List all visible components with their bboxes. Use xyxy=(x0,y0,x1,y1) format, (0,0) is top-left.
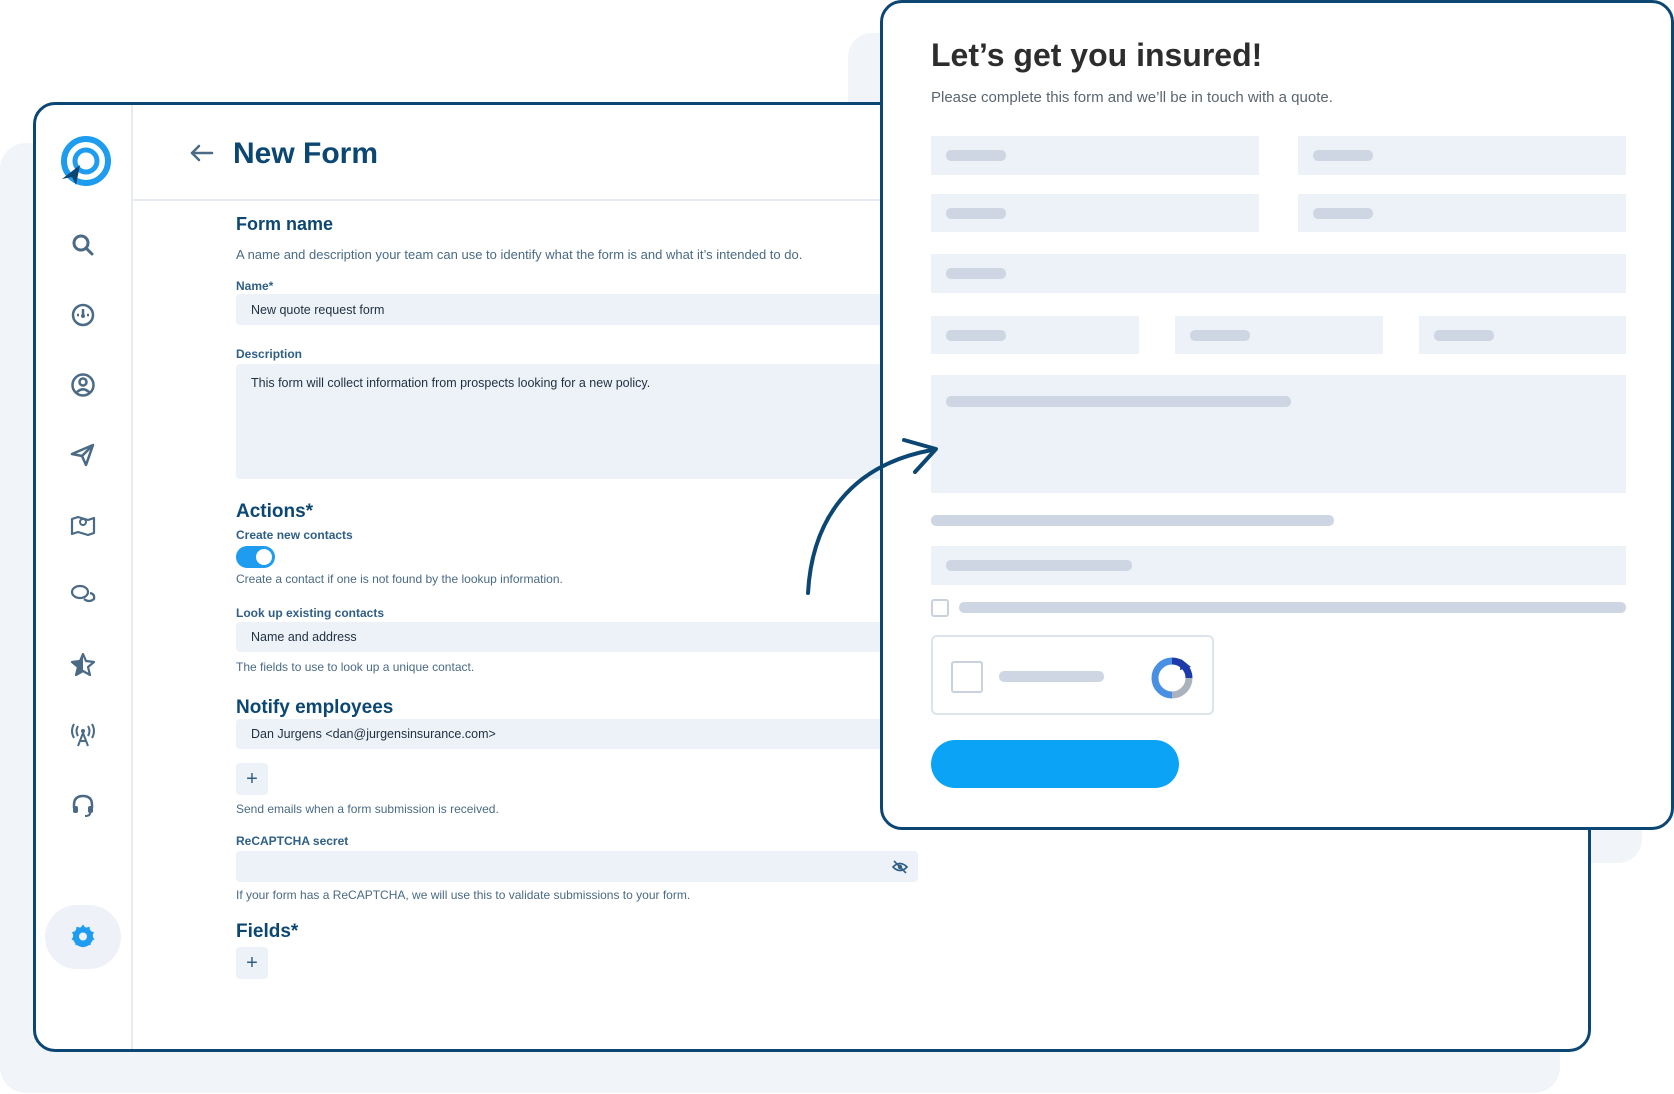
recaptcha-secret-input[interactable] xyxy=(236,851,918,882)
description-label: Description xyxy=(236,347,303,361)
map-pin-icon[interactable] xyxy=(65,507,101,543)
preview-field-placeholder xyxy=(946,150,1006,161)
broadcast-antenna-icon[interactable] xyxy=(65,717,101,753)
preview-field-placeholder xyxy=(946,330,1006,341)
form-name-helper: A name and description your team can use… xyxy=(236,247,803,262)
gear-icon[interactable] xyxy=(65,919,101,955)
preview-checkbox-label xyxy=(959,602,1626,613)
add-field-button[interactable]: + xyxy=(236,947,268,979)
preview-field-placeholder xyxy=(946,208,1006,219)
star-icon[interactable] xyxy=(65,647,101,683)
notify-helper: Send emails when a form submission is re… xyxy=(236,802,499,816)
name-label: Name* xyxy=(236,279,274,293)
preview-field-placeholder xyxy=(1313,208,1373,219)
recaptcha-secret-label: ReCAPTCHA secret xyxy=(236,834,349,848)
create-contacts-label: Create new contacts xyxy=(236,528,353,542)
chat-bubbles-icon[interactable] xyxy=(65,577,101,613)
preview-field-placeholder xyxy=(1190,330,1250,341)
create-contacts-helper: Create a contact if one is not found by … xyxy=(236,572,563,586)
lookup-contacts-helper: The fields to use to look up a unique co… xyxy=(236,660,475,674)
modal-title: Let’s get you insured! xyxy=(931,37,1263,73)
preview-textarea xyxy=(931,375,1626,493)
lookup-contacts-select[interactable]: Name and address xyxy=(236,622,896,652)
fields-title: Fields* xyxy=(236,921,299,942)
description-textarea[interactable]: This form will collect information from … xyxy=(236,364,896,479)
preview-field-placeholder xyxy=(1434,330,1494,341)
back-arrow-icon[interactable] xyxy=(188,139,216,167)
modal-subtitle: Please complete this form and we’ll be i… xyxy=(931,89,1333,106)
contact-user-icon[interactable] xyxy=(65,367,101,403)
recaptcha-widget xyxy=(931,635,1214,715)
sidebar xyxy=(36,105,133,1049)
lookup-contacts-label: Look up existing contacts xyxy=(236,606,385,620)
send-paper-plane-icon[interactable] xyxy=(65,437,101,473)
add-employee-button[interactable]: + xyxy=(236,763,268,795)
page-title: New Form xyxy=(233,137,379,170)
preview-field xyxy=(931,254,1626,293)
preview-textarea-placeholder xyxy=(946,396,1291,407)
form-preview-modal: Let’s get you insured! Please complete t… xyxy=(880,0,1674,830)
name-input[interactable]: New quote request form xyxy=(236,294,896,325)
preview-text-line xyxy=(931,515,1334,526)
preview-field-placeholder xyxy=(946,268,1006,279)
recaptcha-logo-icon xyxy=(1151,657,1193,699)
hide-eye-icon[interactable] xyxy=(892,859,908,875)
recaptcha-helper: If your form has a ReCAPTCHA, we will us… xyxy=(236,888,691,902)
recaptcha-checkbox xyxy=(951,661,983,693)
actions-title: Actions* xyxy=(236,501,314,522)
notify-employees-title: Notify employees xyxy=(236,697,394,718)
create-contacts-toggle[interactable] xyxy=(236,546,275,568)
preview-submit-button xyxy=(931,740,1179,788)
form-name-title: Form name xyxy=(236,214,334,234)
app-logo-icon[interactable] xyxy=(56,135,112,191)
search-icon[interactable] xyxy=(65,227,101,263)
preview-field-placeholder xyxy=(1313,150,1373,161)
notify-employee-field[interactable]: Dan Jurgens <dan@jurgensinsurance.com> xyxy=(236,719,896,749)
connector-arrow-icon xyxy=(806,438,938,595)
preview-field-placeholder xyxy=(946,560,1132,571)
recaptcha-label-placeholder xyxy=(999,671,1104,682)
dashboard-gauge-icon[interactable] xyxy=(65,297,101,333)
headset-support-icon[interactable] xyxy=(65,787,101,823)
